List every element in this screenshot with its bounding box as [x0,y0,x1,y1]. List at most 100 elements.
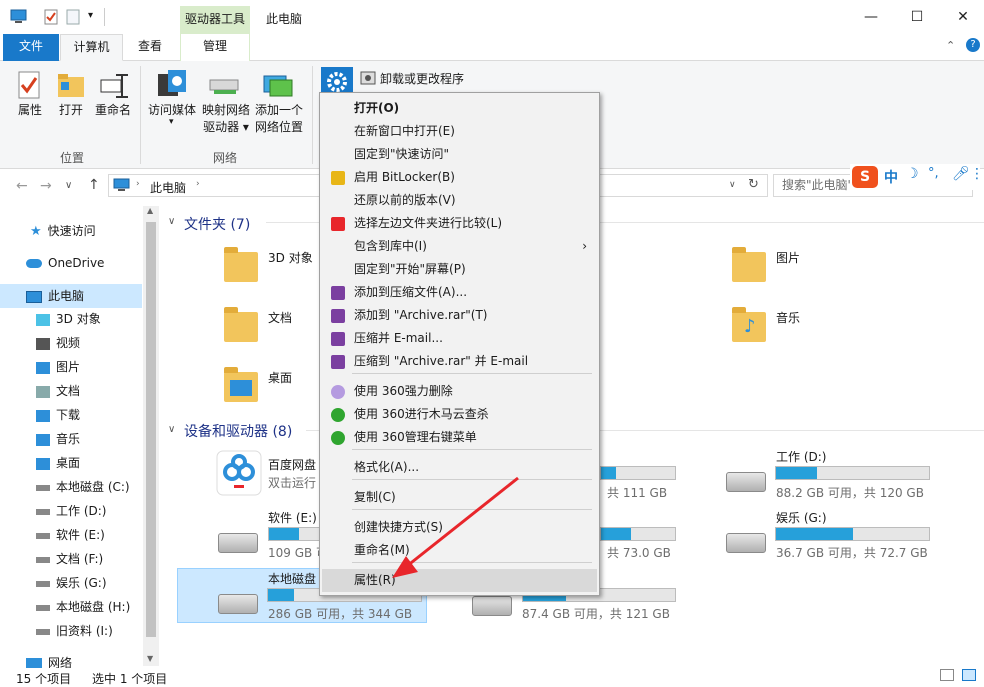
ribbon-add-network-location-button[interactable]: 添加一个 网络位置 [252,102,306,136]
computer-icon [10,9,27,23]
context-menu-item[interactable]: 使用 360强力删除 [322,380,597,403]
context-menu-item[interactable]: 还原以前的版本(V) [322,189,597,212]
ribbon-separator [140,66,141,164]
ribbon-open-button[interactable]: 打开 [52,102,90,119]
nav-quick-access[interactable]: ★ 快速访问 [0,219,142,243]
drive-g-usage-bar [775,527,930,541]
music-note-icon: ♪ [744,316,756,337]
nav-item[interactable]: 下载 [0,403,142,427]
drive-c-usage-fill [268,589,294,601]
maximize-button[interactable]: ☐ [894,0,940,34]
nav-item[interactable]: 旧资料 (I:) [0,619,142,643]
nav-item[interactable]: 软件 (E:) [0,523,142,547]
open-folder-icon [58,74,84,97]
scroll-down-icon[interactable]: ▼ [147,654,153,663]
tab-file[interactable]: 文件 [3,34,59,61]
minimize-button[interactable]: — [848,0,894,34]
context-menu-item[interactable]: 使用 360进行木马云查杀 [322,403,597,426]
chevron-down-icon: ▾ [169,117,174,127]
context-menu-item[interactable]: 使用 360管理右键菜单 [322,426,597,449]
tab-computer[interactable]: 计算机 [60,34,123,61]
sogou-logo-icon[interactable]: S [852,166,878,188]
moon-icon[interactable]: ☽ [906,166,919,182]
map-drive-label-1: 映射网络 [201,103,250,117]
tab-manage[interactable]: 管理 [180,34,250,61]
drive-e-usage-fill [269,528,299,540]
punctuation-icon[interactable]: °, [928,166,939,181]
drive-g-free: 36.7 GB 可用，共 72.7 GB [776,546,928,560]
breadcrumb-chevron-icon[interactable]: › [136,179,140,189]
red-arrow-annotation [392,476,519,578]
ribbon-uninstall-button[interactable]: 卸载或更改程序 [380,70,464,87]
nav-item[interactable]: 音乐 [0,427,142,451]
nav-onedrive[interactable]: OneDrive [0,251,142,275]
back-arrow-icon[interactable]: ← [16,178,28,194]
drive-icon [36,604,50,611]
ribbon-properties-button[interactable]: 属性 [10,102,50,119]
nav-item[interactable]: 本地磁盘 (C:) [0,475,142,499]
drive-icon [726,472,766,492]
drive-e-label[interactable]: 软件 (E:) [268,509,317,526]
nav-item[interactable]: 文档 (F:) [0,547,142,571]
scroll-up-icon[interactable]: ▲ [147,206,153,215]
collapse-folders-icon[interactable]: ∨ [168,216,175,227]
nav-scroll-thumb[interactable] [146,222,156,637]
add-location-label-2: 网络位置 [254,120,303,134]
nav-item[interactable]: 视频 [0,331,142,355]
context-menu-item-label: 使用 360强力删除 [354,384,453,398]
drive-d-label[interactable]: 工作 (D:) [776,448,826,465]
help-icon[interactable]: ? [966,38,980,52]
folder-label: 3D 对象 [268,251,313,265]
drives-section-title[interactable]: 设备和驱动器 (8) [184,421,292,441]
picture-icon [36,361,50,374]
collapse-ribbon-icon[interactable]: ⌃ [946,39,955,52]
recent-locations-icon[interactable]: ∨ [65,180,72,191]
context-menu-item[interactable]: 启用 BitLocker(B) [322,166,597,189]
breadcrumb-this-pc[interactable]: 此电脑 [150,179,186,196]
nav-item[interactable]: 娱乐 (G:) [0,571,142,595]
context-menu-item[interactable]: 压缩并 E-mail... [322,327,597,350]
nav-item[interactable]: 桌面 [0,451,142,475]
nav-this-pc[interactable]: 此电脑 [0,284,142,308]
up-arrow-icon[interactable]: ↑ [88,177,100,193]
context-menu-item[interactable]: 添加到压缩文件(A)... [322,281,597,304]
ime-language[interactable]: 中 [884,167,898,187]
nav-item[interactable]: 文档 [0,379,142,403]
context-menu-item-label: 包含到库中(I) [354,239,427,253]
context-menu-item[interactable]: 在新窗口中打开(E) [322,120,597,143]
baidu-netdisk-label[interactable]: 百度网盘 [268,456,316,473]
nav-item[interactable]: 图片 [0,355,142,379]
address-dropdown-icon[interactable]: ∨ [729,180,736,190]
drive-g-label[interactable]: 娱乐 (G:) [776,509,827,526]
context-menu-item[interactable]: 固定到"开始"屏幕(P) [322,258,597,281]
microphone-icon[interactable]: 🎤︎ [952,166,970,182]
nav-item[interactable]: 工作 (D:) [0,499,142,523]
close-button[interactable]: ✕ [940,0,984,34]
collapse-drives-icon[interactable]: ∨ [168,424,175,435]
refresh-icon[interactable]: ↻ [748,177,759,192]
folders-section-title[interactable]: 文件夹 (7) [184,214,250,234]
download-icon [36,409,50,422]
ribbon-rename-button[interactable]: 重命名 [92,102,134,119]
new-folder-quick-icon[interactable] [66,9,80,25]
forward-arrow-icon[interactable]: → [40,178,52,194]
group-label-network: 网络 [213,151,238,165]
context-menu-item[interactable]: 包含到库中(I) › [322,235,597,258]
nav-item-label: 软件 (E:) [56,528,105,542]
context-menu-item-label: 固定到"快速访问" [354,147,450,161]
properties-quick-icon[interactable] [44,9,58,25]
context-menu-item[interactable]: 选择左边文件夹进行比较(L) [322,212,597,235]
context-menu-item[interactable]: 固定到"快速访问" [322,143,597,166]
details-view-icon[interactable] [940,669,954,681]
tab-view[interactable]: 查看 [124,34,176,61]
nav-item[interactable]: 3D 对象 [0,307,142,331]
more-icon[interactable]: ⋮ [970,166,984,182]
quick-access-dropdown-icon[interactable]: ▾ [88,10,93,21]
context-menu-item[interactable]: 打开(O) [322,97,597,120]
large-icons-view-icon[interactable] [962,669,976,681]
context-menu-item[interactable]: 添加到 "Archive.rar"(T) [322,304,597,327]
breadcrumb-chevron-icon[interactable]: › [196,179,200,189]
nav-item[interactable]: 本地磁盘 (H:) [0,595,142,619]
context-menu-item[interactable]: 压缩到 "Archive.rar" 并 E-mail [322,350,597,373]
ribbon-map-drive-button[interactable]: 映射网络 驱动器 ▾ [200,102,252,136]
